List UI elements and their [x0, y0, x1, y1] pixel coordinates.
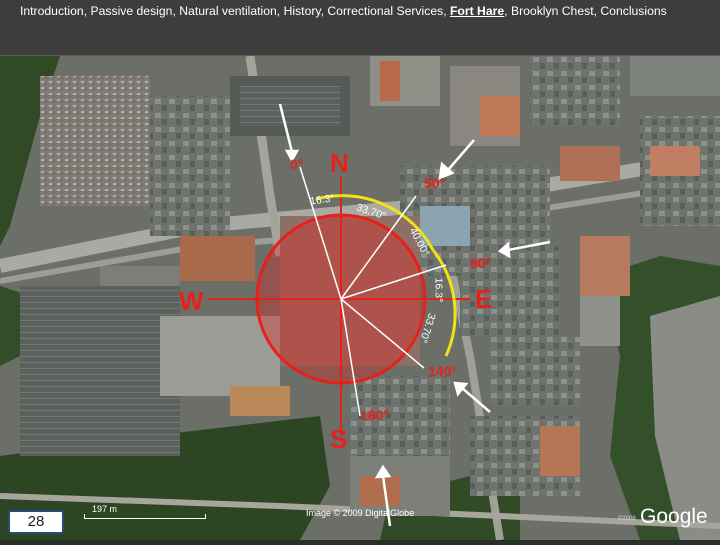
compass-south-label: S	[330, 424, 348, 454]
aerial-map: N S E W 0° 50° 90° 140° 180° 16.3° 33.70…	[0, 55, 720, 541]
small-copyright: ©2008	[618, 516, 636, 522]
bearing-label-90: 90°	[470, 255, 492, 271]
map-scale-label: 197 m	[92, 504, 118, 514]
arrow-140	[461, 387, 491, 413]
arrow-180	[381, 475, 392, 527]
arrow-50	[447, 139, 475, 171]
slide-number-box: 28	[8, 510, 64, 534]
google-logo: Google	[640, 505, 708, 528]
bearing-label-50: 50°	[424, 175, 446, 191]
nav-link-natural-ventilation[interactable]: Natural ventilation	[179, 4, 277, 18]
compass-north-label: N	[330, 148, 349, 178]
arrow-180-head	[374, 464, 392, 479]
nav-link-conclusions[interactable]: Conclusions	[600, 4, 666, 18]
map-scale-bar	[84, 514, 206, 519]
compass-west-label: W	[179, 286, 204, 316]
nav-link-history[interactable]: History	[284, 4, 321, 18]
sector-angle-4: 16.3°	[432, 277, 445, 303]
slide-navigation: Introduction, Passive design, Natural ve…	[20, 4, 667, 18]
arrow-0	[278, 103, 294, 153]
nav-link-fort-hare-active[interactable]: Fort Hare	[450, 4, 504, 18]
nav-link-introduction[interactable]: Introduction	[20, 4, 84, 18]
arrow-90-head	[497, 241, 511, 259]
bearing-label-140: 140°	[428, 363, 457, 379]
arrow-90	[507, 240, 551, 252]
nav-link-correctional-services[interactable]: Correctional Services	[327, 4, 443, 18]
nav-separator: ,	[276, 4, 284, 18]
imagery-copyright: Image © 2009 DigitalGlobe	[306, 508, 415, 518]
nav-separator: ,	[504, 4, 511, 18]
nav-link-brooklyn-chest[interactable]: Brooklyn Chest	[511, 4, 594, 18]
solar-overlay	[207, 103, 551, 527]
bearing-label-180: 180°	[360, 407, 389, 423]
nav-link-passive-design[interactable]: Passive design	[90, 4, 172, 18]
bearing-label-0: 0°	[290, 156, 304, 172]
nav-separator: ,	[443, 4, 450, 18]
top-bar: Introduction, Passive design, Natural ve…	[0, 0, 720, 56]
compass-east-label: E	[475, 284, 493, 314]
